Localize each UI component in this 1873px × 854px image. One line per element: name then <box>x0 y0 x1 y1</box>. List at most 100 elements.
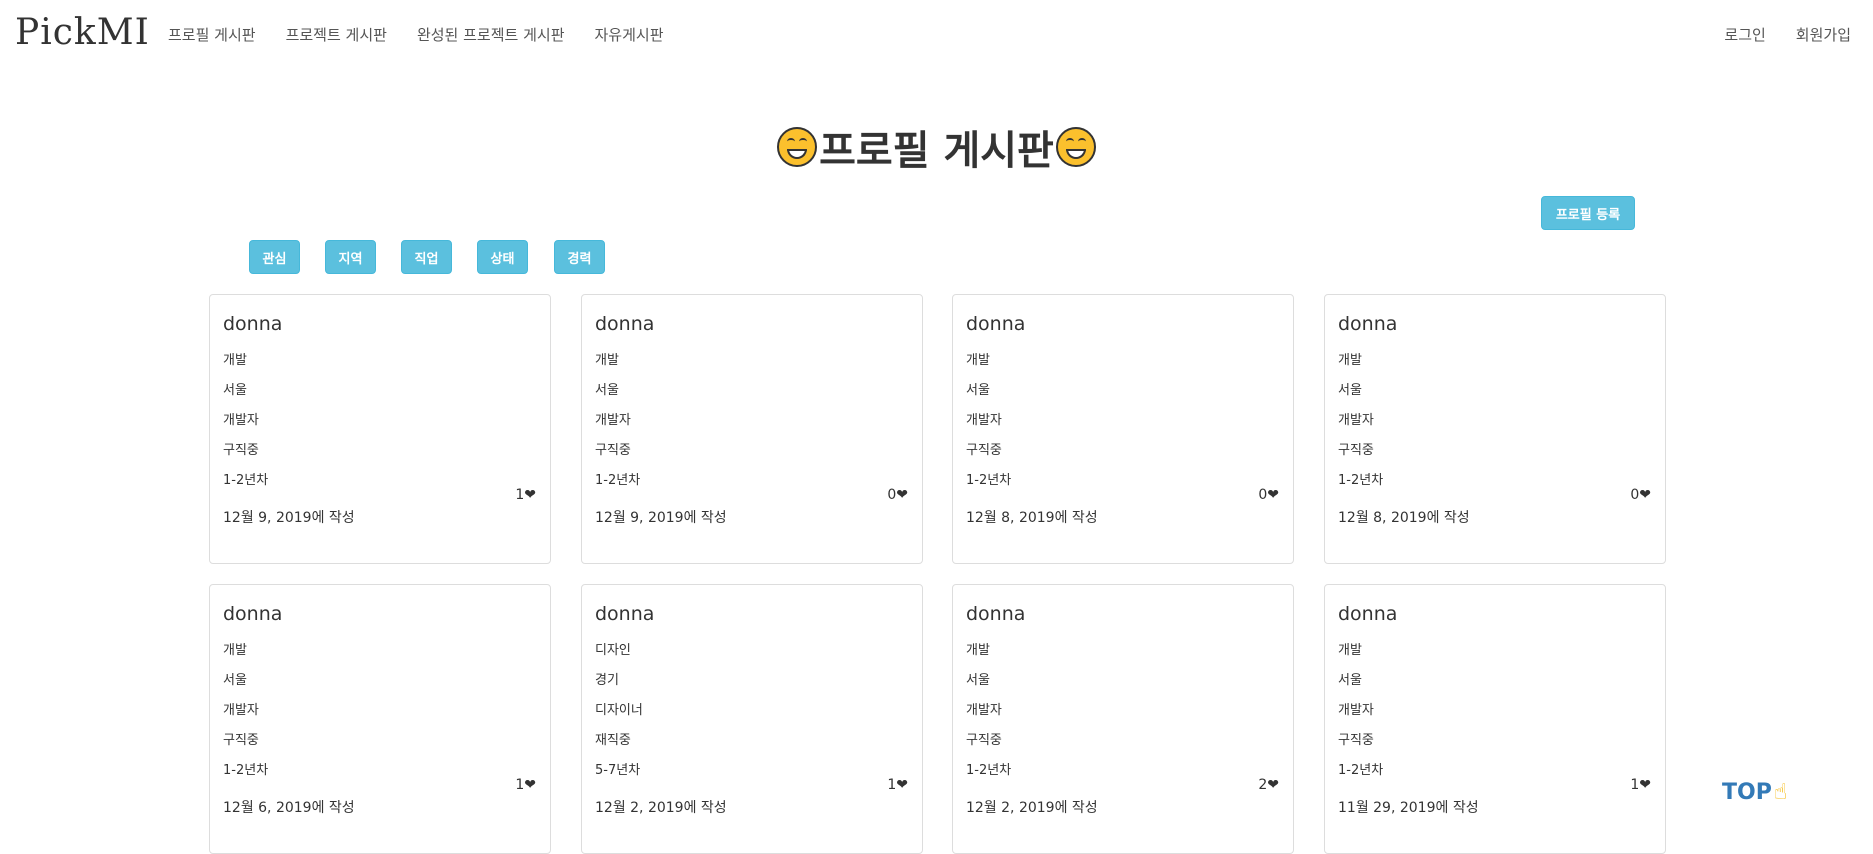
card-status: 구직중 <box>1338 733 1374 748</box>
card-interest: 개발 <box>1338 643 1362 658</box>
card-name: donna <box>966 603 1026 625</box>
login-link[interactable]: 로그인 <box>1724 24 1765 45</box>
card-interest: 디자인 <box>595 643 631 658</box>
card-region: 서울 <box>595 383 619 398</box>
card-region: 서울 <box>1338 673 1362 688</box>
nav-link-project-board[interactable]: 프로젝트 게시판 <box>286 24 387 45</box>
card-name: donna <box>223 313 283 335</box>
card-region: 경기 <box>595 673 619 688</box>
like-count: 2 <box>1258 777 1268 793</box>
card-name: donna <box>1338 313 1398 335</box>
card-region: 서울 <box>966 383 990 398</box>
card-date: 12월 9, 2019에 작성 <box>595 510 727 526</box>
card-interest: 개발 <box>223 353 247 368</box>
page-title-row: 프로필 게시판 <box>0 118 1873 176</box>
profile-card[interactable]: donna 개발 서울 개발자 구직중 1-2년차 1❤ 11월 29, 201… <box>1324 584 1666 854</box>
profile-card[interactable]: donna 개발 서울 개발자 구직중 1-2년차 2❤ 12월 2, 2019… <box>952 584 1294 854</box>
card-date: 11월 29, 2019에 작성 <box>1338 800 1479 816</box>
card-job: 디자이너 <box>595 703 643 718</box>
filter-job-button[interactable]: 직업 <box>401 240 452 274</box>
card-job: 개발자 <box>223 413 259 428</box>
nav-link-profile-board[interactable]: 프로필 게시판 <box>168 24 256 45</box>
card-date: 12월 2, 2019에 작성 <box>595 800 727 816</box>
profile-card[interactable]: donna 개발 서울 개발자 구직중 1-2년차 0❤ 12월 8, 2019… <box>952 294 1294 564</box>
card-career: 5-7년차 <box>595 763 641 778</box>
like-count: 0 <box>1630 487 1640 503</box>
card-likes: 0❤ <box>887 487 908 503</box>
card-likes: 1❤ <box>515 487 536 503</box>
filter-interest-button[interactable]: 관심 <box>249 240 300 274</box>
profile-card[interactable]: donna 개발 서울 개발자 구직중 1-2년차 1❤ 12월 9, 2019… <box>209 294 551 564</box>
nav-right: 로그인 회원가입 <box>1724 24 1851 45</box>
smile-emoji-icon <box>777 127 818 167</box>
filter-career-button[interactable]: 경력 <box>554 240 605 274</box>
card-job: 개발자 <box>966 703 1002 718</box>
nav-link-free-board[interactable]: 자유게시판 <box>595 24 664 45</box>
card-status: 구직중 <box>966 733 1002 748</box>
card-career: 1-2년차 <box>223 473 269 488</box>
signup-link[interactable]: 회원가입 <box>1796 24 1851 45</box>
card-career: 1-2년차 <box>966 763 1012 778</box>
card-name: donna <box>1338 603 1398 625</box>
heart-icon: ❤ <box>524 487 536 503</box>
card-job: 개발자 <box>1338 413 1374 428</box>
nav-link-completed-project-board[interactable]: 완성된 프로젝트 게시판 <box>417 24 565 45</box>
card-career: 1-2년차 <box>1338 473 1384 488</box>
logo[interactable]: PickMI <box>15 12 150 53</box>
card-career: 1-2년차 <box>1338 763 1384 778</box>
card-status: 구직중 <box>966 443 1002 458</box>
heart-icon: ❤ <box>896 487 908 503</box>
card-date: 12월 8, 2019에 작성 <box>966 510 1098 526</box>
card-job: 개발자 <box>595 413 631 428</box>
card-job: 개발자 <box>966 413 1002 428</box>
card-career: 1-2년차 <box>223 763 269 778</box>
profile-card[interactable]: donna 개발 서울 개발자 구직중 1-2년차 0❤ 12월 9, 2019… <box>581 294 923 564</box>
smile-emoji-icon <box>1055 127 1096 167</box>
scroll-top-link[interactable]: TOP ☝ <box>1722 780 1787 805</box>
card-status: 구직중 <box>223 733 259 748</box>
card-interest: 개발 <box>966 643 990 658</box>
card-date: 12월 6, 2019에 작성 <box>223 800 355 816</box>
heart-icon: ❤ <box>1639 487 1651 503</box>
card-name: donna <box>966 313 1026 335</box>
filter-status-button[interactable]: 상태 <box>477 240 528 274</box>
card-likes: 1❤ <box>515 777 536 793</box>
profile-card[interactable]: donna 개발 서울 개발자 구직중 1-2년차 1❤ 12월 6, 2019… <box>209 584 551 854</box>
card-region: 서울 <box>966 673 990 688</box>
card-name: donna <box>595 603 655 625</box>
card-status: 구직중 <box>595 443 631 458</box>
heart-icon: ❤ <box>1267 487 1279 503</box>
card-likes: 2❤ <box>1258 777 1279 793</box>
nav-left: 프로필 게시판 프로젝트 게시판 완성된 프로젝트 게시판 자유게시판 <box>168 24 664 45</box>
card-career: 1-2년차 <box>966 473 1012 488</box>
top-link-label: TOP <box>1722 780 1772 805</box>
navbar: PickMI 프로필 게시판 프로젝트 게시판 완성된 프로젝트 게시판 자유게… <box>0 0 1873 70</box>
card-interest: 개발 <box>595 353 619 368</box>
card-status: 구직중 <box>223 443 259 458</box>
profile-card[interactable]: donna 디자인 경기 디자이너 재직중 5-7년차 1❤ 12월 2, 20… <box>581 584 923 854</box>
like-count: 1 <box>515 777 525 793</box>
like-count: 1 <box>887 777 897 793</box>
card-likes: 1❤ <box>887 777 908 793</box>
like-count: 0 <box>1258 487 1268 503</box>
card-region: 서울 <box>1338 383 1362 398</box>
card-region: 서울 <box>223 673 247 688</box>
card-job: 개발자 <box>1338 703 1374 718</box>
heart-icon: ❤ <box>1639 777 1651 793</box>
like-count: 1 <box>1630 777 1640 793</box>
card-likes: 0❤ <box>1630 487 1651 503</box>
profile-card[interactable]: donna 개발 서울 개발자 구직중 1-2년차 0❤ 12월 8, 2019… <box>1324 294 1666 564</box>
filter-region-button[interactable]: 지역 <box>325 240 376 274</box>
card-date: 12월 9, 2019에 작성 <box>223 510 355 526</box>
profile-register-button[interactable]: 프로필 등록 <box>1541 196 1635 230</box>
card-date: 12월 8, 2019에 작성 <box>1338 510 1470 526</box>
heart-icon: ❤ <box>1267 777 1279 793</box>
card-status: 재직중 <box>595 733 631 748</box>
card-likes: 1❤ <box>1630 777 1651 793</box>
card-name: donna <box>223 603 283 625</box>
card-interest: 개발 <box>1338 353 1362 368</box>
heart-icon: ❤ <box>896 777 908 793</box>
card-job: 개발자 <box>223 703 259 718</box>
pointing-hand-icon: ☝ <box>1773 780 1788 805</box>
card-status: 구직중 <box>1338 443 1374 458</box>
